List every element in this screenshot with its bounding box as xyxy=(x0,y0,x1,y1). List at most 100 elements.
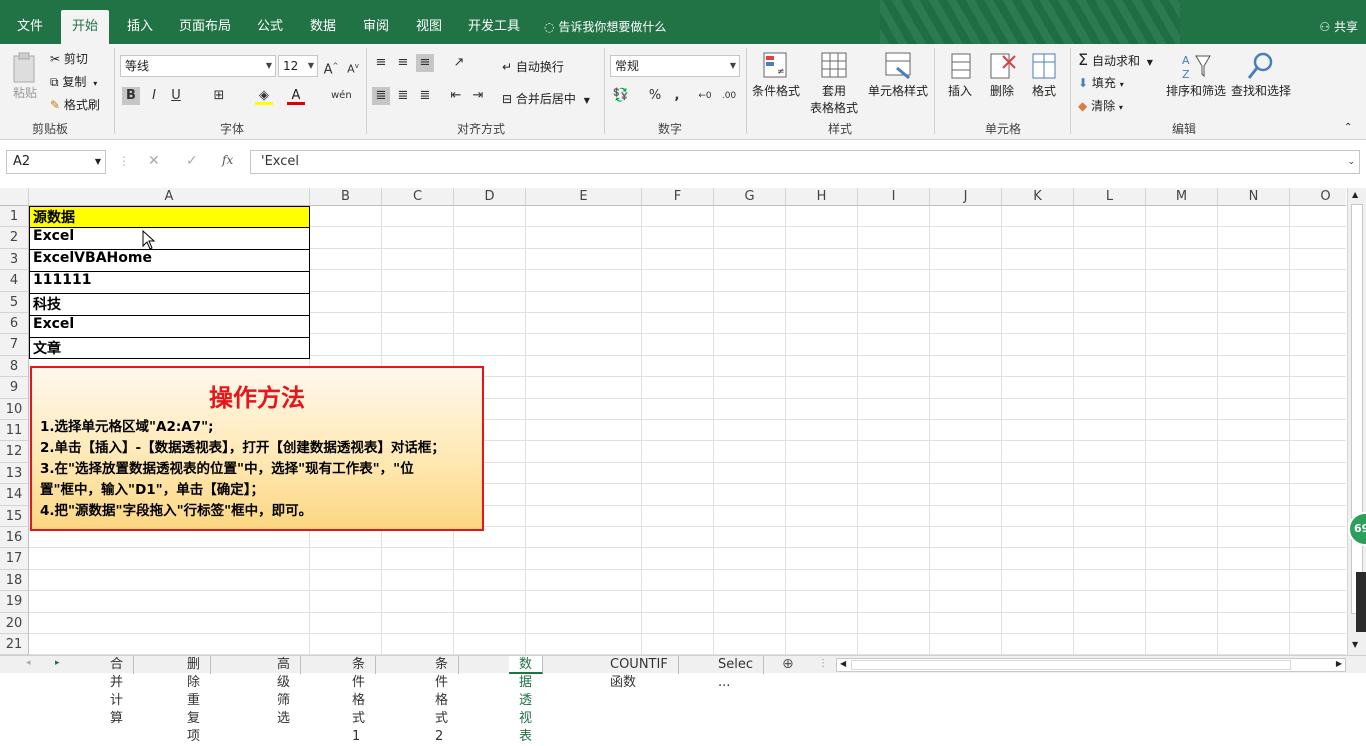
autosum-button[interactable]: Σ 自动求和 ▼ xyxy=(1078,50,1153,69)
fill-button[interactable]: ⬇ 填充 ▾ xyxy=(1078,74,1124,91)
select-all-corner[interactable] xyxy=(0,188,29,206)
column-header-l[interactable]: L xyxy=(1074,188,1146,206)
format-cells-button[interactable]: 格式 xyxy=(1026,50,1062,99)
percent-icon[interactable]: % xyxy=(646,87,664,105)
worksheet-grid[interactable]: ABCDEFGHIJKLMNO 1 2 3 4 5 6 7 8 9 10 11 12 13 14 15 16 1… xyxy=(0,188,1346,655)
tab-developer[interactable]: 开发工具 xyxy=(457,10,531,44)
column-header-n[interactable]: N xyxy=(1218,188,1290,206)
row-header-7[interactable]: 7 xyxy=(0,334,29,356)
row-header-19[interactable]: 19 xyxy=(0,591,29,613)
insert-cells-button[interactable]: 插入 xyxy=(942,50,978,99)
column-header-e[interactable]: E xyxy=(526,188,642,206)
cell-a7[interactable]: 文章 xyxy=(29,337,310,359)
border-icon[interactable]: ⊞ xyxy=(210,87,228,105)
sheet-tab[interactable]: COUNTIF函数 xyxy=(600,656,679,690)
sheet-tab[interactable]: 删除重复项 xyxy=(177,656,212,744)
cell-a1[interactable]: 源数据 xyxy=(29,206,310,228)
sheet-tab[interactable]: 高级筛选 xyxy=(267,656,302,726)
tab-insert[interactable]: 插入 xyxy=(116,10,164,44)
cell-a2[interactable]: Excel xyxy=(29,227,310,250)
row-header-4[interactable]: 4 xyxy=(0,270,29,292)
cut-button[interactable]: ✂ 剪切 xyxy=(50,50,88,67)
decrease-decimal-icon[interactable]: .00 xyxy=(720,87,738,105)
accounting-icon[interactable]: 💱 xyxy=(612,87,630,105)
row-header-8[interactable]: 8 xyxy=(0,355,29,378)
orientation-icon[interactable]: ↗ xyxy=(450,54,468,72)
tab-data[interactable]: 数据 xyxy=(299,10,347,44)
menu-file[interactable]: 文件 xyxy=(6,10,54,44)
share-button[interactable]: ⚇ 共享 xyxy=(1319,10,1358,44)
column-header-b[interactable]: B xyxy=(310,188,382,206)
comma-icon[interactable]: , xyxy=(668,87,686,105)
column-header-h[interactable]: H xyxy=(786,188,858,206)
copy-button[interactable]: ⧉ 复制 ▾ xyxy=(50,73,97,90)
tab-view[interactable]: 视图 xyxy=(405,10,453,44)
sort-filter-button[interactable]: A Z 排序和筛选 xyxy=(1166,50,1226,99)
font-color-icon[interactable]: A xyxy=(287,87,305,105)
underline-button[interactable]: U xyxy=(167,87,185,105)
row-header-12[interactable]: 12 xyxy=(0,441,29,463)
row-header-15[interactable]: 15 xyxy=(0,505,29,527)
add-sheet-icon[interactable]: ⊕ xyxy=(782,656,794,672)
row-header-13[interactable]: 13 xyxy=(0,462,29,485)
row-header-16[interactable]: 16 xyxy=(0,527,29,549)
clear-button[interactable]: ◆ 清除 ▾ xyxy=(1078,97,1123,114)
scroll-down-icon[interactable]: ▼ xyxy=(1352,640,1358,649)
row-header-11[interactable]: 11 xyxy=(0,420,29,442)
column-header-j[interactable]: J xyxy=(930,188,1002,206)
column-header-o[interactable]: O xyxy=(1290,188,1346,206)
row-header-3[interactable]: 3 xyxy=(0,248,29,271)
fill-color-icon[interactable]: ◈ xyxy=(255,87,273,105)
row-header-2[interactable]: 2 xyxy=(0,227,29,249)
format-painter-button[interactable]: ✎ 格式刷 xyxy=(50,96,100,113)
horizontal-scrollbar[interactable]: ◀ ▶ xyxy=(836,658,1346,672)
row-header-9[interactable]: 9 xyxy=(0,377,29,399)
column-header-m[interactable]: M xyxy=(1146,188,1218,206)
format-as-table-button[interactable]: 套用 表格格式 xyxy=(806,50,862,116)
cell-a5[interactable]: 科技 xyxy=(29,293,310,316)
scroll-right-icon[interactable]: ▶ xyxy=(1336,659,1342,668)
sheet-tab[interactable]: 条件格式1 xyxy=(342,656,377,744)
column-header-a[interactable]: A xyxy=(29,188,310,206)
sheet-tab[interactable]: 条件格式2 xyxy=(425,656,460,744)
tab-review[interactable]: 审阅 xyxy=(352,10,400,44)
decrease-font-icon[interactable]: Av xyxy=(344,57,362,76)
cell-styles-button[interactable]: 单元格样式 xyxy=(866,50,930,99)
delete-cells-button[interactable]: 删除 xyxy=(984,50,1020,99)
row-header-10[interactable]: 10 xyxy=(0,398,29,420)
italic-button[interactable]: I xyxy=(145,87,163,105)
align-center-icon[interactable]: ≣ xyxy=(394,87,412,105)
column-header-f[interactable]: F xyxy=(642,188,714,206)
row-header-14[interactable]: 14 xyxy=(0,484,29,506)
row-header-17[interactable]: 17 xyxy=(0,548,29,570)
row-header-20[interactable]: 20 xyxy=(0,612,29,634)
collapse-ribbon-icon[interactable]: ⌃ xyxy=(1344,122,1352,133)
column-header-i[interactable]: I xyxy=(858,188,930,206)
cell-a6[interactable]: Excel xyxy=(29,315,310,338)
merge-center-button[interactable]: ⊟ 合并后居中 ▼ xyxy=(502,90,590,107)
align-middle-icon[interactable]: ≡ xyxy=(394,54,412,72)
column-header-g[interactable]: G xyxy=(714,188,786,206)
cell-a4[interactable]: 111111 xyxy=(29,271,310,294)
tab-formulas[interactable]: 公式 xyxy=(246,10,294,44)
function-icon[interactable]: fx xyxy=(222,153,233,167)
sheet-tab[interactable]: 数据透视表 xyxy=(509,656,544,744)
scroll-up-icon[interactable]: ▲ xyxy=(1352,190,1358,199)
scroll-left-icon[interactable]: ◀ xyxy=(840,659,846,668)
prev-sheet-icon[interactable]: ◂ xyxy=(26,658,31,668)
cancel-icon[interactable]: ✕ xyxy=(148,153,160,169)
next-sheet-icon[interactable]: ▸ xyxy=(55,658,60,668)
number-format-select[interactable]: 常规 ▼ xyxy=(610,55,740,77)
tab-home[interactable]: 开始 xyxy=(61,10,110,44)
align-bottom-icon[interactable]: ≡ xyxy=(416,54,434,72)
name-box[interactable]: A2 ▼ xyxy=(6,150,106,174)
align-left-icon[interactable]: ≣ xyxy=(372,87,390,105)
increase-decimal-icon[interactable]: ←0 xyxy=(696,87,714,105)
font-size-select[interactable]: 12 ▼ xyxy=(278,55,318,77)
bold-button[interactable]: B xyxy=(122,87,140,105)
align-top-icon[interactable]: ≡ xyxy=(372,54,390,72)
tell-me-search[interactable]: ◌ 告诉我你想要做什么 xyxy=(544,10,666,44)
sheet-tab[interactable]: 合并计算 xyxy=(100,656,135,726)
row-header-21[interactable]: 21 xyxy=(0,634,29,655)
font-name-select[interactable]: 等线 ▼ xyxy=(120,55,276,77)
